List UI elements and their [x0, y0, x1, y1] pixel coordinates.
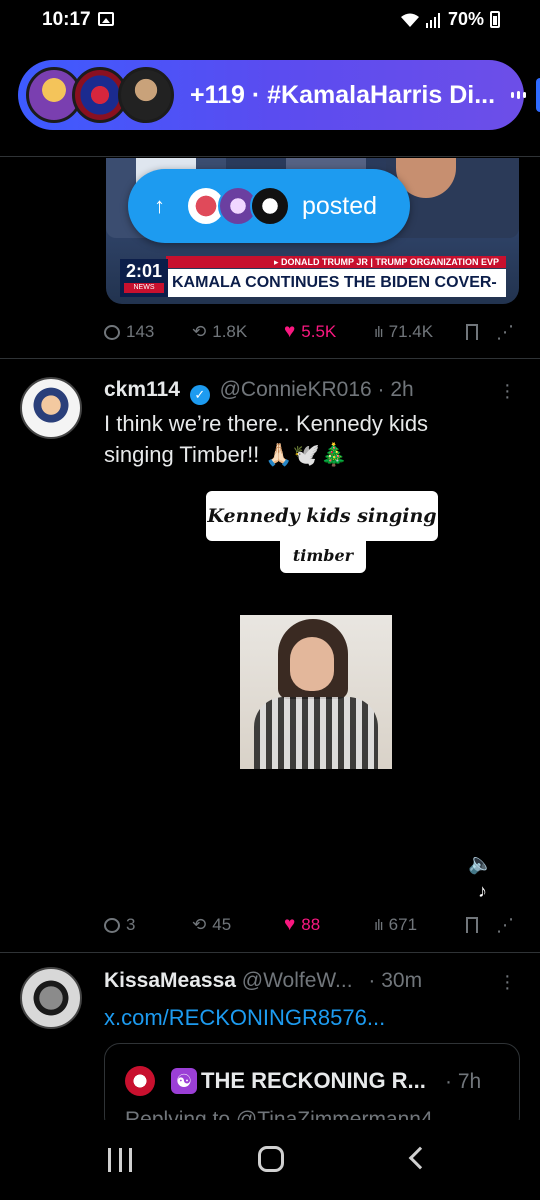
tweet-text: x.com/RECKONINGR8576... [104, 1002, 514, 1033]
person-shirt [254, 697, 378, 769]
caption-line: Kennedy kids singing [206, 491, 438, 541]
views-count: 671 [388, 915, 418, 934]
status-bar: 10:17 70% [0, 0, 540, 40]
repost-button[interactable]: ⟲ 45 [192, 915, 284, 935]
tweet-link[interactable]: x.com/RECKONINGR8576... [104, 1005, 385, 1030]
views-button[interactable]: ılı 671 [374, 915, 466, 935]
arrow-up-icon: ↑ [154, 193, 165, 218]
chyron-headline: KAMALA CONTINUES THE BIDEN COVER-UP [166, 269, 506, 304]
wifi-icon [400, 12, 420, 28]
author-name[interactable]: KissaMeassa [104, 969, 236, 992]
avatar [250, 186, 290, 226]
caption-line: timber [280, 539, 366, 573]
quoted-author-name: THE RECKONING R... [201, 1068, 426, 1093]
recents-icon[interactable] [108, 1148, 132, 1172]
repost-count: 1.8K [212, 322, 248, 341]
tweet-text-line: I think we’re there.. Kennedy kids [104, 411, 429, 436]
tweet-header: ckm114 ✓ @ConnieKR016 · 2h [104, 378, 414, 405]
views-button[interactable]: ılı 71.4K [374, 322, 466, 342]
yin-yang-icon: ☯ [171, 1068, 197, 1094]
reply-button[interactable]: 143 [104, 322, 192, 342]
signal-icon [425, 12, 442, 28]
verified-icon: ✓ [189, 385, 210, 405]
share-icon: ⋰ [496, 321, 514, 342]
bookmark-button[interactable] [466, 324, 496, 346]
tweet-text-line: singing Timber!! 🙏🏻🕊️🎄 [104, 442, 348, 467]
tweet-text: I think we’re there.. Kennedy kids singi… [104, 408, 514, 470]
repost-count: 45 [212, 915, 232, 934]
author-name[interactable]: ckm114 [104, 378, 180, 401]
avatar[interactable] [20, 377, 82, 439]
divider [0, 156, 540, 157]
more-options-icon[interactable]: · · · [504, 375, 511, 407]
reply-count: 3 [126, 915, 136, 934]
home-icon[interactable] [258, 1146, 284, 1172]
share-button[interactable]: ⋰ [496, 915, 514, 936]
author-handle[interactable]: @ConnieKR016 [220, 378, 372, 401]
repost-icon: ⟲ [192, 915, 207, 934]
views-icon: ılı [374, 916, 384, 934]
heart-icon: ♥ [284, 914, 296, 935]
status-time: 10:17 [42, 9, 91, 30]
bookmark-icon [466, 917, 478, 939]
avatar[interactable] [20, 967, 82, 1029]
divider [0, 358, 540, 359]
reply-icon [104, 324, 120, 340]
edge-indicator [536, 78, 540, 112]
tweet-header: KissaMeassa @WolfeW... · 30m [104, 969, 422, 993]
avatar [118, 67, 174, 123]
trend-pill-banner[interactable]: +119 · #KamalaHarris Di... [18, 60, 527, 130]
audio-bars-icon [511, 90, 527, 100]
quoted-time: · 7h [445, 1070, 482, 1093]
trend-pill-text: +119 · #KamalaHarris Di... [190, 80, 496, 109]
toast-label: posted [302, 191, 378, 220]
avatar [125, 1066, 155, 1096]
post-actions: 143 ⟲ 1.8K ♥ 5.5K ılı 71.4K ⋰ [104, 320, 524, 346]
new-posts-toast[interactable]: ↑ posted [128, 169, 410, 243]
status-right: 70% [400, 9, 500, 30]
video-caption: Kennedy kids singing timber [206, 491, 438, 581]
reply-icon [104, 917, 120, 933]
divider [0, 952, 540, 953]
bookmark-icon [466, 324, 478, 346]
repost-icon: ⟲ [192, 322, 207, 341]
like-count: 5.5K [301, 322, 337, 341]
like-button[interactable]: ♥ 5.5K [284, 321, 374, 343]
system-nav-bar [0, 1120, 540, 1200]
like-button[interactable]: ♥ 88 [284, 914, 374, 936]
reply-count: 143 [126, 322, 155, 341]
chyron-network: NEWS [124, 283, 164, 293]
toast-avatars [186, 186, 290, 226]
post-time[interactable]: · 2h [378, 378, 414, 401]
repost-button[interactable]: ⟲ 1.8K [192, 322, 284, 342]
views-icon: ılı [374, 323, 384, 341]
chyron-subtitle: ▸ DONALD TRUMP JR | TRUMP ORGANIZATION E… [166, 256, 506, 268]
gallery-notification-icon [98, 12, 114, 26]
sound-icon[interactable]: 🔈 [468, 851, 493, 875]
author-handle[interactable]: @WolfeW... [242, 969, 353, 992]
battery-percent: 70% [447, 9, 484, 29]
post-actions: 3 ⟲ 45 ♥ 88 ılı 671 ⋰ [104, 913, 524, 939]
views-count: 71.4K [388, 322, 434, 341]
chyron-clock: 2:01 NEWS [120, 259, 168, 297]
heart-icon: ♥ [284, 321, 296, 342]
person-face [290, 637, 334, 691]
pill-avatars [26, 67, 174, 123]
bookmark-button[interactable] [466, 917, 496, 939]
post-time[interactable]: · 30m [368, 969, 422, 992]
tiktok-icon: ♪ [478, 881, 487, 901]
reply-button[interactable]: 3 [104, 915, 192, 935]
chyron-time: 2:01 [125, 261, 163, 281]
battery-icon [490, 11, 500, 28]
video-thumbnail[interactable] [240, 615, 392, 769]
back-icon[interactable] [408, 1146, 432, 1170]
share-icon: ⋰ [496, 914, 514, 935]
more-options-icon[interactable]: · · · [504, 966, 511, 998]
share-button[interactable]: ⋰ [496, 322, 514, 343]
like-count: 88 [301, 915, 321, 934]
